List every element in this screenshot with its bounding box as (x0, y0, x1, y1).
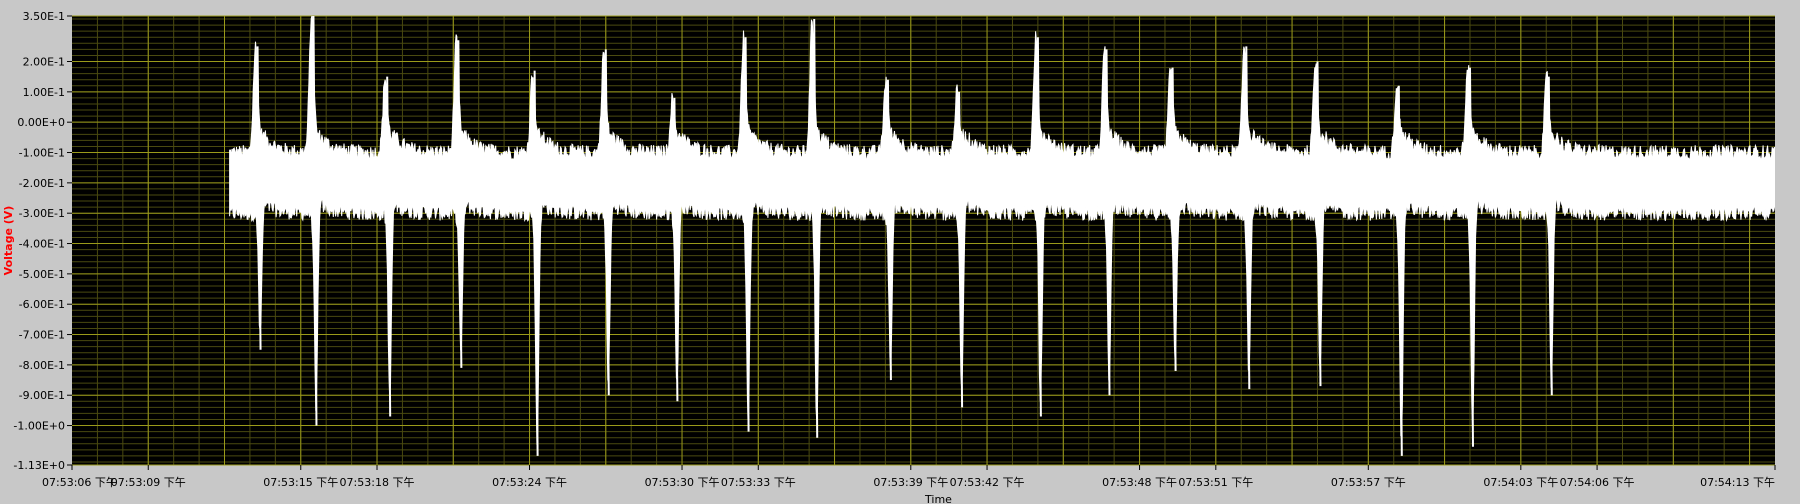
y-tick-label: -1.00E+0 (13, 420, 65, 433)
x-tick-label: 07:53:42 下午 (950, 476, 1025, 489)
y-tick-label: -4.00E-1 (19, 238, 65, 251)
x-tick-label: 07:54:06 下午 (1560, 476, 1635, 489)
y-tick-label: 0.00E+0 (17, 116, 65, 129)
y-tick-label: -6.00E-1 (19, 298, 65, 311)
x-tick-label: 07:53:18 下午 (340, 476, 415, 489)
x-tick-label: 07:53:51 下午 (1178, 476, 1253, 489)
x-tick-label: 07:53:09 下午 (111, 476, 186, 489)
x-tick-label: 07:53:06 下午 (42, 476, 117, 489)
x-tick-label: 07:53:48 下午 (1102, 476, 1177, 489)
x-tick-label: 07:53:57 下午 (1331, 476, 1406, 489)
x-tick-label: 07:53:15 下午 (263, 476, 338, 489)
x-tick-label: 07:54:03 下午 (1483, 476, 1558, 489)
y-tick-label: -3.00E-1 (19, 207, 65, 220)
x-axis-label: Time (924, 493, 952, 504)
y-tick-label: 3.50E-1 (23, 10, 65, 23)
y-tick-label: -1.13E+0 (13, 459, 65, 472)
y-tick-label: -1.00E-1 (19, 147, 65, 160)
y-tick-label: -8.00E-1 (19, 359, 65, 372)
x-tick-label: 07:54:13 下午 (1700, 476, 1775, 489)
x-tick-label: 07:53:24 下午 (492, 476, 567, 489)
y-axis-label: Voltage (V) (2, 206, 15, 276)
x-tick-label: 07:53:39 下午 (873, 476, 948, 489)
x-tick-label: 07:53:33 下午 (721, 476, 796, 489)
y-tick-label: 2.00E-1 (23, 56, 65, 69)
x-tick-label: 07:53:30 下午 (645, 476, 720, 489)
y-tick-label: 1.00E-1 (23, 86, 65, 99)
plot-area[interactable] (72, 16, 1775, 465)
y-tick-label: -2.00E-1 (19, 177, 65, 190)
y-tick-label: -5.00E-1 (19, 268, 65, 281)
y-tick-label: -9.00E-1 (19, 389, 65, 402)
chart: 3.50E-1 2.00E-1 1.00E-1 0.00E+0 -1.00E-1 -2.0… (0, 0, 1800, 504)
y-tick-label: -7.00E-1 (19, 329, 65, 342)
